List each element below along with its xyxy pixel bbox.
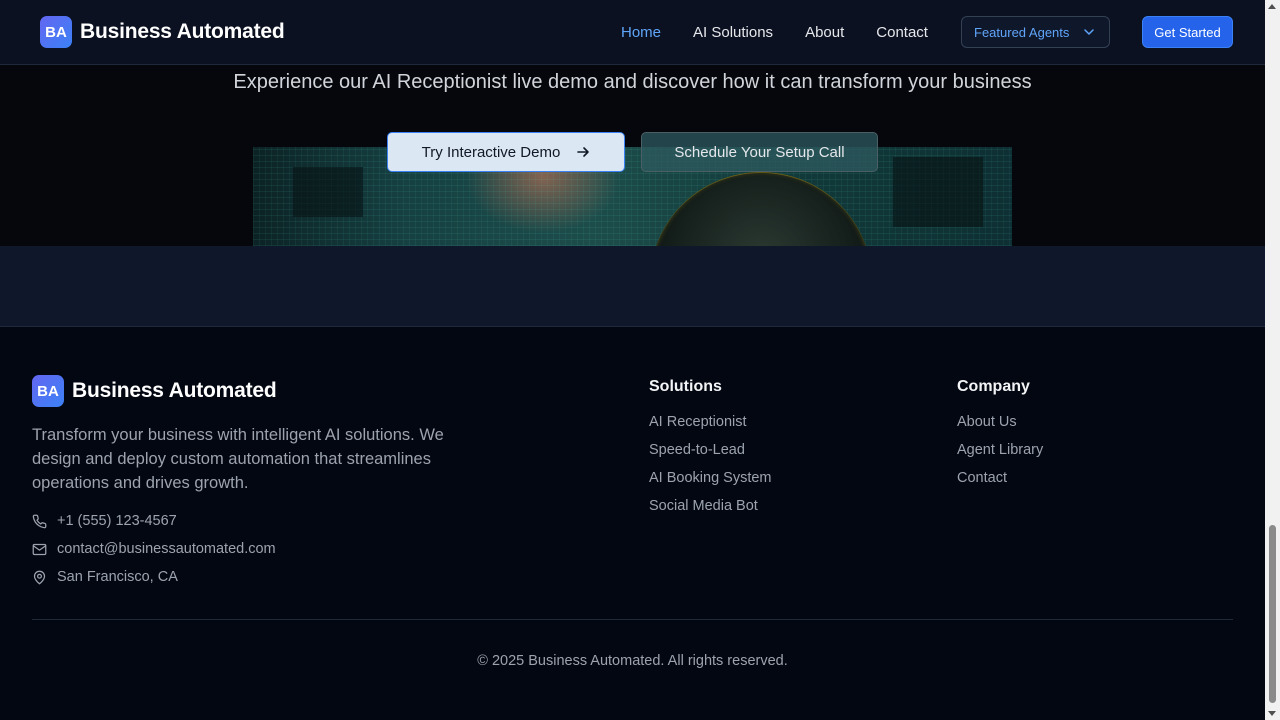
site-header: BA Business Automated Home AI Solutions … <box>0 0 1265 65</box>
try-demo-button[interactable]: Try Interactive Demo <box>387 132 625 172</box>
footer-company-column: Company About Us Agent Library Contact <box>957 378 1043 498</box>
try-demo-label: Try Interactive Demo <box>421 143 561 161</box>
footer-link-speed-to-lead[interactable]: Speed-to-Lead <box>649 442 772 470</box>
nav-about[interactable]: About <box>805 24 844 41</box>
footer-link-contact[interactable]: Contact <box>957 470 1043 498</box>
footer-link-ai-receptionist[interactable]: AI Receptionist <box>649 414 772 442</box>
scroll-up-arrow[interactable] <box>1268 4 1276 9</box>
footer-solutions-column: Solutions AI Receptionist Speed-to-Lead … <box>649 378 772 526</box>
footer-link-social-media-bot[interactable]: Social Media Bot <box>649 498 772 526</box>
copyright: © 2025 Business Automated. All rights re… <box>477 653 788 669</box>
footer-divider <box>32 619 1233 620</box>
scroll-down-arrow[interactable] <box>1268 711 1276 716</box>
chevron-down-icon <box>1084 29 1095 35</box>
page-scrollbar[interactable] <box>1265 0 1280 720</box>
hero-image <box>253 147 1012 246</box>
get-started-button[interactable]: Get Started <box>1142 16 1233 48</box>
featured-agents-dropdown[interactable]: Featured Agents <box>961 16 1110 48</box>
footer-description: Transform your business with intelligent… <box>32 426 444 492</box>
footer-link-about-us[interactable]: About Us <box>957 414 1043 442</box>
logo-text: Business Automated <box>80 20 285 43</box>
solutions-heading: Solutions <box>649 378 722 395</box>
arrow-right-icon <box>577 147 590 157</box>
footer-logo-text: Business Automated <box>72 379 277 402</box>
contact-phone[interactable]: +1 (555) 123-4567 <box>32 513 177 529</box>
site-footer: BA Business Automated Transform your bus… <box>0 327 1265 720</box>
phone-icon <box>32 514 47 528</box>
contact-phone-text: +1 (555) 123-4567 <box>57 513 177 529</box>
logo-badge: BA <box>40 16 72 48</box>
hero-image-block <box>293 167 363 217</box>
map-pin-icon <box>33 570 46 585</box>
footer-logo[interactable]: BA Business Automated <box>32 375 277 407</box>
hero-subtitle: Experience our AI Receptionist live demo… <box>233 71 1032 93</box>
company-heading: Company <box>957 378 1030 395</box>
header-logo[interactable]: BA Business Automated <box>40 16 285 48</box>
footer-link-ai-booking[interactable]: AI Booking System <box>649 470 772 498</box>
hero-section: Experience our AI Receptionist live demo… <box>0 65 1265 246</box>
schedule-setup-button[interactable]: Schedule Your Setup Call <box>641 132 878 172</box>
scroll-thumb[interactable] <box>1269 525 1276 703</box>
hero-image-block <box>893 157 983 227</box>
main-nav: Home AI Solutions About Contact <box>621 24 928 41</box>
nav-contact[interactable]: Contact <box>876 24 928 41</box>
section-band <box>0 246 1265 327</box>
footer-logo-badge: BA <box>32 375 64 407</box>
mail-icon <box>32 543 47 555</box>
contact-location-text: San Francisco, CA <box>57 569 178 585</box>
nav-home[interactable]: Home <box>621 24 661 41</box>
featured-agents-label: Featured Agents <box>974 24 1070 40</box>
footer-link-agent-library[interactable]: Agent Library <box>957 442 1043 470</box>
contact-email[interactable]: contact@businessautomated.com <box>32 541 276 557</box>
contact-location: San Francisco, CA <box>32 569 178 585</box>
nav-ai-solutions[interactable]: AI Solutions <box>693 24 773 41</box>
contact-email-text: contact@businessautomated.com <box>57 541 276 557</box>
